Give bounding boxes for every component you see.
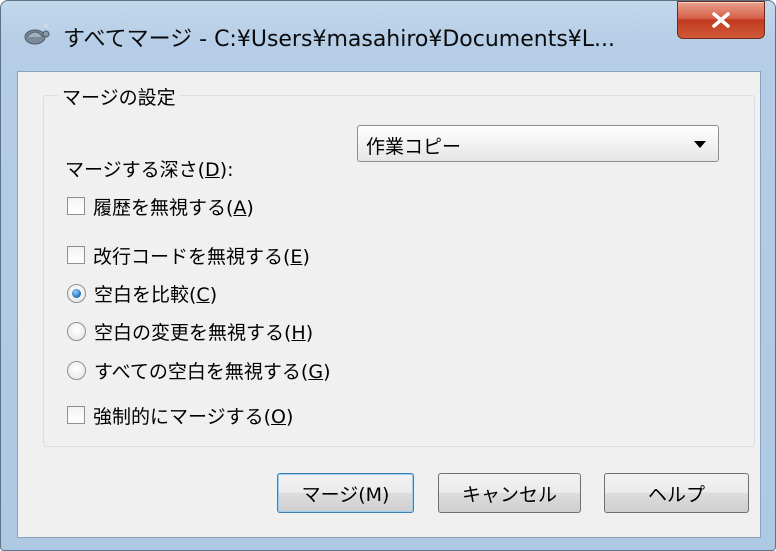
ignore-history-label: 履歴を無視する(A) bbox=[93, 196, 254, 219]
tortoise-icon bbox=[24, 24, 50, 45]
close-icon bbox=[712, 12, 730, 28]
ignore-whitespace-changes-label: 空白の変更を無視する(H) bbox=[94, 321, 314, 344]
radio-button[interactable] bbox=[67, 321, 86, 341]
title-bar[interactable]: すべてマージ - C:¥Users¥masahiro¥Documents¥L..… bbox=[1, 1, 775, 71]
close-button[interactable] bbox=[677, 1, 765, 39]
checkbox-box[interactable] bbox=[67, 246, 85, 264]
merge-all-dialog: すべてマージ - C:¥Users¥masahiro¥Documents¥L..… bbox=[0, 0, 776, 551]
checkbox-box[interactable] bbox=[67, 197, 85, 215]
force-merge-checkbox[interactable]: 強制的にマージする(O) bbox=[67, 402, 293, 428]
compare-whitespace-label: 空白を比較(C) bbox=[94, 283, 218, 306]
ignore-eol-checkbox[interactable]: 改行コードを無視する(E) bbox=[67, 242, 310, 268]
ignore-eol-label: 改行コードを無視する(E) bbox=[93, 245, 310, 268]
merge-settings-legend: マージの設定 bbox=[58, 83, 180, 110]
merge-depth-label: マージする深さ(D): bbox=[65, 159, 234, 181]
window-title: すべてマージ - C:¥Users¥masahiro¥Documents¥L..… bbox=[63, 27, 616, 52]
dialog-body: マージする深さ(D): 作業コピー 履歴を無視する(A) 改行コードを無視する(… bbox=[17, 71, 761, 538]
ignore-all-whitespace-label: すべての空白を無視する(G) bbox=[94, 360, 331, 383]
chevron-down-icon bbox=[694, 141, 706, 148]
radio-button[interactable] bbox=[67, 360, 86, 380]
compare-whitespace-radio[interactable]: 空白を比較(C) bbox=[67, 280, 217, 306]
ignore-history-checkbox[interactable]: 履歴を無視する(A) bbox=[67, 193, 254, 219]
merge-depth-value: 作業コピー bbox=[366, 136, 462, 158]
radio-button-selected[interactable] bbox=[67, 283, 86, 303]
merge-button[interactable]: マージ(M) bbox=[277, 473, 414, 513]
merge-settings-group: マージする深さ(D): 作業コピー 履歴を無視する(A) 改行コードを無視する(… bbox=[43, 95, 755, 447]
merge-depth-dropdown[interactable]: 作業コピー bbox=[357, 125, 719, 162]
checkbox-box[interactable] bbox=[67, 406, 85, 424]
ignore-whitespace-changes-radio[interactable]: 空白の変更を無視する(H) bbox=[67, 318, 313, 344]
help-button[interactable]: ヘルプ bbox=[604, 473, 749, 513]
force-merge-label: 強制的にマージする(O) bbox=[93, 405, 294, 428]
ignore-all-whitespace-radio[interactable]: すべての空白を無視する(G) bbox=[67, 357, 330, 383]
cancel-button[interactable]: キャンセル bbox=[438, 473, 581, 513]
